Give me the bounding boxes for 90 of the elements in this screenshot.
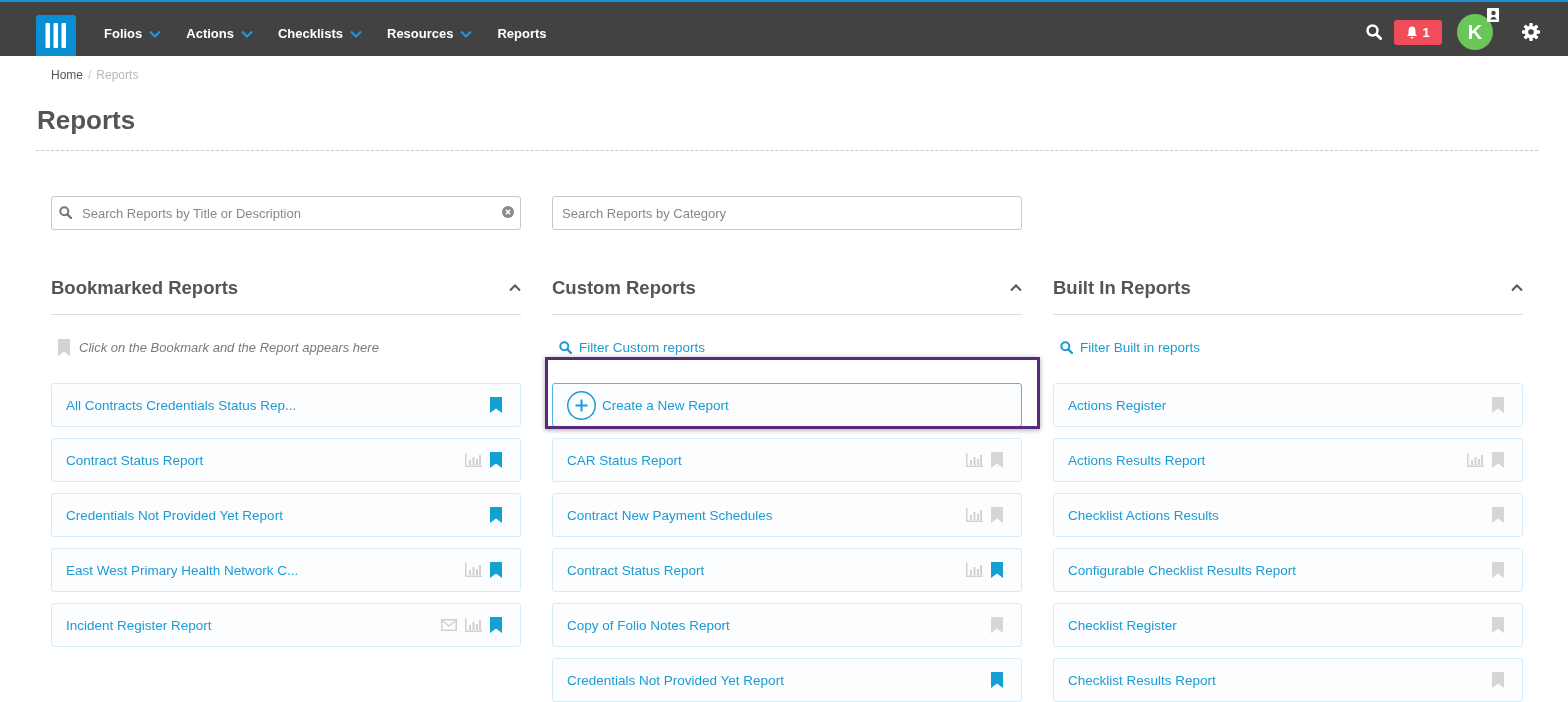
bookmark-icon[interactable] — [490, 617, 502, 633]
bookmark-icon[interactable] — [1492, 672, 1504, 688]
app-logo-icon[interactable] — [36, 15, 76, 56]
bar-chart-icon[interactable] — [465, 618, 482, 632]
section-title: Built In Reports — [1053, 276, 1191, 300]
report-card[interactable]: CAR Status Report — [552, 438, 1022, 482]
report-title[interactable]: Incident Register Report — [66, 617, 212, 633]
filter-link[interactable]: Filter Built in reports — [1060, 339, 1201, 355]
collapse-chevron-icon[interactable] — [509, 284, 521, 292]
report-title[interactable]: East West Primary Health Network C... — [66, 562, 299, 578]
search-field[interactable]: Search Reports by Title or Description — [51, 196, 521, 230]
report-card[interactable]: Contract New Payment Schedules — [552, 493, 1022, 537]
report-title[interactable]: Contract Status Report — [66, 452, 204, 468]
report-card[interactable]: Credentials Not Provided Yet Report — [51, 493, 521, 537]
report-card[interactable]: Actions Register — [1053, 383, 1523, 427]
category-search-field[interactable]: Search Reports by Category — [552, 196, 1022, 230]
clear-icon[interactable] — [502, 206, 514, 218]
contact-card-icon — [1487, 8, 1499, 22]
report-title[interactable]: Actions Register — [1068, 397, 1167, 413]
report-card[interactable]: Incident Register Report — [51, 603, 521, 647]
bar-chart-icon[interactable] — [465, 563, 482, 577]
bookmark-icon[interactable] — [991, 507, 1003, 523]
report-card[interactable]: Checklist Results Report — [1053, 658, 1523, 702]
report-card[interactable]: Contract Status Report — [51, 438, 521, 482]
report-card[interactable]: Contract Status Report — [552, 548, 1022, 592]
bookmark-icon[interactable] — [1492, 507, 1504, 523]
bookmark-icon[interactable] — [490, 562, 502, 578]
bookmark-icon[interactable] — [1492, 617, 1504, 633]
report-card[interactable]: Checklist Register — [1053, 603, 1523, 647]
bookmark-icon[interactable] — [490, 452, 502, 468]
report-card[interactable]: Actions Results Report — [1053, 438, 1523, 482]
report-card[interactable]: All Contracts Credentials Status Rep... — [51, 383, 521, 427]
nav-menu-item[interactable]: Folios — [104, 26, 162, 41]
bar-chart-icon[interactable] — [465, 453, 482, 467]
search-icon[interactable] — [1366, 24, 1382, 40]
bookmark-icon[interactable] — [991, 672, 1003, 688]
nav-menu-item[interactable]: Resources — [387, 26, 473, 41]
collapse-chevron-icon[interactable] — [1511, 284, 1523, 292]
page-title: Reports — [37, 104, 136, 136]
report-card[interactable]: Checklist Actions Results — [1053, 493, 1523, 537]
bookmark-icon[interactable] — [1492, 562, 1504, 578]
report-title[interactable]: Configurable Checklist Results Report — [1068, 562, 1297, 578]
section-title: Custom Reports — [552, 276, 696, 300]
search-icon — [559, 340, 572, 354]
notification-button[interactable]: 1 — [1394, 19, 1442, 45]
breadcrumb-link[interactable]: Home — [51, 68, 83, 82]
bar-chart-icon[interactable] — [966, 508, 983, 522]
breadcrumb-separator: / — [88, 68, 92, 82]
search-icon — [1060, 340, 1073, 354]
bookmark-icon[interactable] — [991, 562, 1003, 578]
empty-hint-text: Click on the Bookmark and the Report appears here — [79, 339, 379, 355]
report-card[interactable]: Credentials Not Provided Yet Report — [552, 658, 1022, 702]
report-title[interactable]: Actions Results Report — [1068, 452, 1206, 468]
collapse-chevron-icon[interactable] — [1010, 284, 1022, 292]
report-title[interactable]: Checklist Register — [1068, 617, 1177, 633]
report-card[interactable]: Copy of Folio Notes Report — [552, 603, 1022, 647]
nav-menu-item[interactable]: Actions — [186, 26, 253, 41]
bar-chart-icon[interactable] — [966, 563, 983, 577]
bookmark-icon[interactable] — [991, 452, 1003, 468]
bookmark-icon[interactable] — [490, 397, 502, 413]
bar-chart-icon[interactable] — [1467, 453, 1484, 467]
report-title[interactable]: Credentials Not Provided Yet Report — [567, 672, 784, 688]
report-title[interactable]: Contract New Payment Schedules — [567, 507, 773, 523]
report-title[interactable]: Contract Status Report — [567, 562, 705, 578]
filter-link[interactable]: Filter Custom reports — [559, 339, 706, 355]
report-title[interactable]: Checklist Actions Results — [1068, 507, 1219, 523]
create-report-button[interactable]: Create a New Report — [552, 383, 1022, 427]
report-title[interactable]: All Contracts Credentials Status Rep... — [66, 397, 297, 413]
report-title[interactable]: Credentials Not Provided Yet Report — [66, 507, 283, 523]
nav-menu-item[interactable]: Reports — [497, 26, 547, 41]
bell-icon — [1406, 25, 1419, 39]
user-avatar[interactable]: K — [1457, 14, 1493, 50]
bookmark-icon — [58, 338, 70, 356]
section-title: Bookmarked Reports — [51, 276, 239, 300]
bookmark-icon[interactable] — [1492, 452, 1504, 468]
envelope-icon[interactable] — [441, 619, 457, 631]
report-title[interactable]: Checklist Results Report — [1068, 672, 1216, 688]
report-title[interactable]: Copy of Folio Notes Report — [567, 617, 730, 633]
settings-icon[interactable] — [1522, 23, 1540, 41]
plus-circle-icon — [567, 390, 596, 420]
nav-menu-item[interactable]: Checklists — [277, 26, 362, 41]
report-card[interactable]: Configurable Checklist Results Report — [1053, 548, 1523, 592]
breadcrumb-current-page: Reports — [96, 68, 139, 82]
report-title[interactable]: CAR Status Report — [567, 452, 682, 468]
report-card[interactable]: East West Primary Health Network C... — [51, 548, 521, 592]
bookmark-icon[interactable] — [1492, 397, 1504, 413]
bookmark-icon[interactable] — [991, 617, 1003, 633]
bar-chart-icon[interactable] — [966, 453, 983, 467]
bookmark-icon[interactable] — [490, 507, 502, 523]
search-icon — [59, 206, 72, 219]
